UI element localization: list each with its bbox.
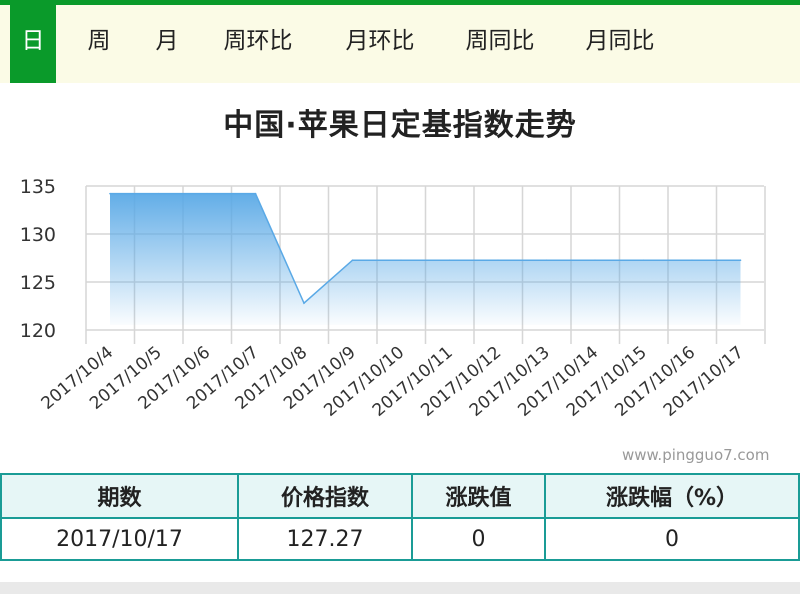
data-point — [109, 192, 111, 195]
tab-week-year-over-year[interactable]: 周同比 — [458, 5, 542, 83]
header-change-value: 涨跌值 — [411, 473, 546, 519]
y-tick-label: 130 — [20, 224, 56, 246]
data-point — [739, 259, 742, 262]
y-tick-label: 120 — [20, 320, 56, 342]
tab-week[interactable]: 周 — [84, 5, 114, 83]
site-watermark: www.pingguo7.com — [622, 446, 770, 464]
data-point — [254, 192, 257, 195]
data-point — [497, 259, 499, 262]
data-point — [594, 259, 596, 262]
cell-change-percent: 0 — [544, 517, 800, 561]
x-axis-ticks: 2017/10/42017/10/52017/10/62017/10/72017… — [38, 343, 748, 421]
y-axis-ticks: 120 125 130 135 — [20, 176, 56, 342]
data-point — [691, 259, 693, 262]
tab-day[interactable]: 日 — [10, 5, 56, 83]
data-point — [157, 192, 160, 195]
chart-title: 中国·苹果日定基指数走势 — [223, 108, 577, 143]
data-point — [351, 259, 354, 262]
data-point — [448, 259, 451, 262]
cell-change-value: 0 — [411, 517, 546, 561]
data-point — [206, 192, 208, 195]
header-change-percent: 涨跌幅（%） — [544, 473, 800, 519]
cell-period: 2017/10/17 — [0, 517, 239, 561]
latest-index-table: 期数 价格指数 涨跌值 涨跌幅（%） 2017/10/17 127.27 0 0 — [0, 473, 800, 561]
table-header-row: 期数 价格指数 涨跌值 涨跌幅（%） — [0, 473, 800, 519]
data-point — [303, 302, 305, 304]
tab-month-year-over-year[interactable]: 月同比 — [578, 5, 662, 83]
index-trend-chart: 120 125 130 135 2017/10/42017/10/52017/10/6… — [20, 176, 766, 421]
footer-band — [0, 582, 800, 594]
header-price-index: 价格指数 — [237, 473, 413, 519]
tab-month[interactable]: 月 — [152, 5, 182, 83]
header-period: 期数 — [0, 473, 239, 519]
data-point — [545, 259, 548, 262]
table-row: 2017/10/17 127.27 0 0 — [0, 517, 800, 561]
data-point — [400, 259, 402, 262]
tab-week-over-week[interactable]: 周环比 — [216, 5, 300, 83]
cell-price-index: 127.27 — [237, 517, 413, 561]
data-point — [642, 259, 645, 262]
y-tick-label: 135 — [20, 176, 56, 198]
tab-month-over-month[interactable]: 月环比 — [338, 5, 422, 83]
y-tick-label: 125 — [20, 272, 56, 294]
